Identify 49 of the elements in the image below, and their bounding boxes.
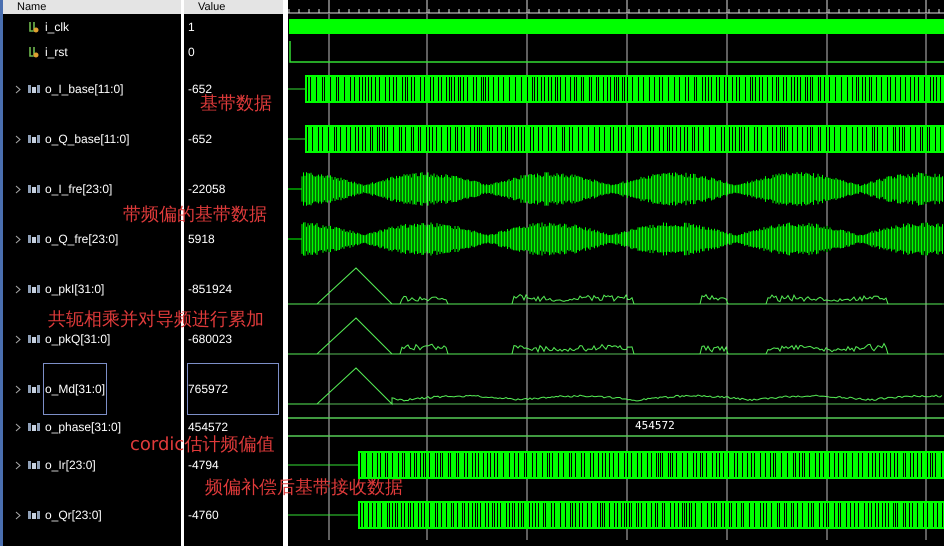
bit-signal-icon: [28, 20, 39, 32]
signal-name[interactable]: o_I_base[11:0]: [44, 80, 125, 98]
bit-signal-icon: [28, 46, 39, 58]
signal-value: 1: [188, 18, 195, 36]
signal-value: -4794: [188, 457, 219, 474]
signal-name[interactable]: o_Qr[23:0]: [44, 506, 103, 524]
column-header[interactable]: Value: [184, 0, 283, 14]
signal-name[interactable]: o_I_fre[23:0]: [44, 180, 114, 198]
signal-value: 765972: [188, 364, 278, 414]
expand-chevron-icon[interactable]: [15, 234, 21, 244]
signal-name[interactable]: o_Q_base[11:0]: [44, 130, 131, 148]
bus-signal-icon: [28, 84, 40, 94]
annotation-text: 基带数据: [200, 93, 272, 115]
expand-chevron-icon[interactable]: [15, 460, 21, 470]
signal-value: -22058: [188, 181, 226, 198]
signal-name[interactable]: o_pkI[31:0]: [44, 280, 106, 298]
bus-signal-icon: [28, 510, 40, 520]
bus-signal-icon: [28, 184, 40, 194]
expand-chevron-icon[interactable]: [15, 334, 21, 344]
bus-signal-icon: [28, 460, 40, 470]
bus-signal-icon: [28, 134, 40, 144]
bus-signal-icon: [28, 234, 40, 244]
signal-name[interactable]: i_clk: [44, 18, 70, 36]
expand-chevron-icon[interactable]: [15, 184, 21, 194]
signal-value: 5918: [188, 231, 215, 248]
signal-value: -680023: [188, 331, 232, 348]
bus-signal-icon: [28, 422, 40, 432]
signal-value: 0: [188, 44, 195, 60]
signal-value: -4760: [188, 507, 219, 524]
signal-name[interactable]: o_Md[31:0]: [44, 364, 106, 414]
signal-name[interactable]: o_Ir[23:0]: [44, 456, 97, 474]
signal-name[interactable]: o_Q_fre[23:0]: [44, 230, 120, 248]
signal-value: -851924: [188, 281, 232, 298]
signal-value: 454572: [188, 419, 228, 435]
bus-signal-icon: [28, 334, 40, 344]
signal-name[interactable]: o_pkQ[31:0]: [44, 330, 112, 348]
column-header[interactable]: Name: [3, 0, 181, 14]
expand-chevron-icon[interactable]: [15, 384, 21, 394]
bus-signal-icon: [28, 284, 40, 294]
signal-name[interactable]: o_phase[31:0]: [44, 418, 122, 436]
expand-chevron-icon[interactable]: [15, 510, 21, 520]
expand-chevron-icon[interactable]: [15, 422, 21, 432]
signal-name[interactable]: i_rst: [44, 42, 69, 60]
bus-signal-icon: [28, 384, 40, 394]
expand-chevron-icon[interactable]: [15, 84, 21, 94]
signal-value: -652: [188, 131, 212, 148]
bus-value-label: 454572: [635, 419, 675, 433]
expand-chevron-icon[interactable]: [15, 134, 21, 144]
expand-chevron-icon[interactable]: [15, 284, 21, 294]
